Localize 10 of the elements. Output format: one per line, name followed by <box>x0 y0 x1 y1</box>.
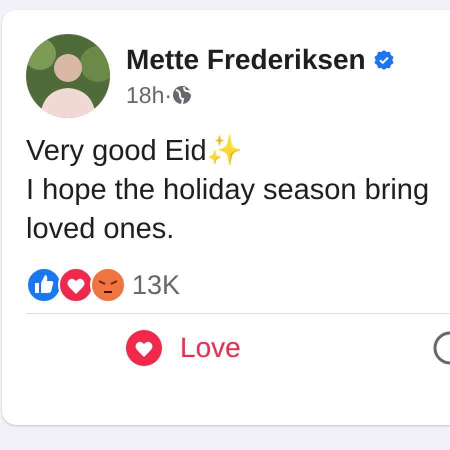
author-name[interactable]: Mette Frederiksen <box>126 44 366 76</box>
post-text: I hope the holiday season bring <box>26 173 430 208</box>
reaction-count[interactable]: 13K <box>132 270 180 300</box>
post-text: Very good Eid✨ <box>26 134 244 169</box>
post-text: loved ones. <box>26 212 176 247</box>
like-reaction-icon <box>26 267 62 303</box>
heart-reaction-icon <box>58 267 94 303</box>
post-time[interactable]: 18h· <box>126 82 172 108</box>
love-button[interactable]: Love <box>126 330 241 366</box>
angry-reaction-icon <box>90 267 126 303</box>
